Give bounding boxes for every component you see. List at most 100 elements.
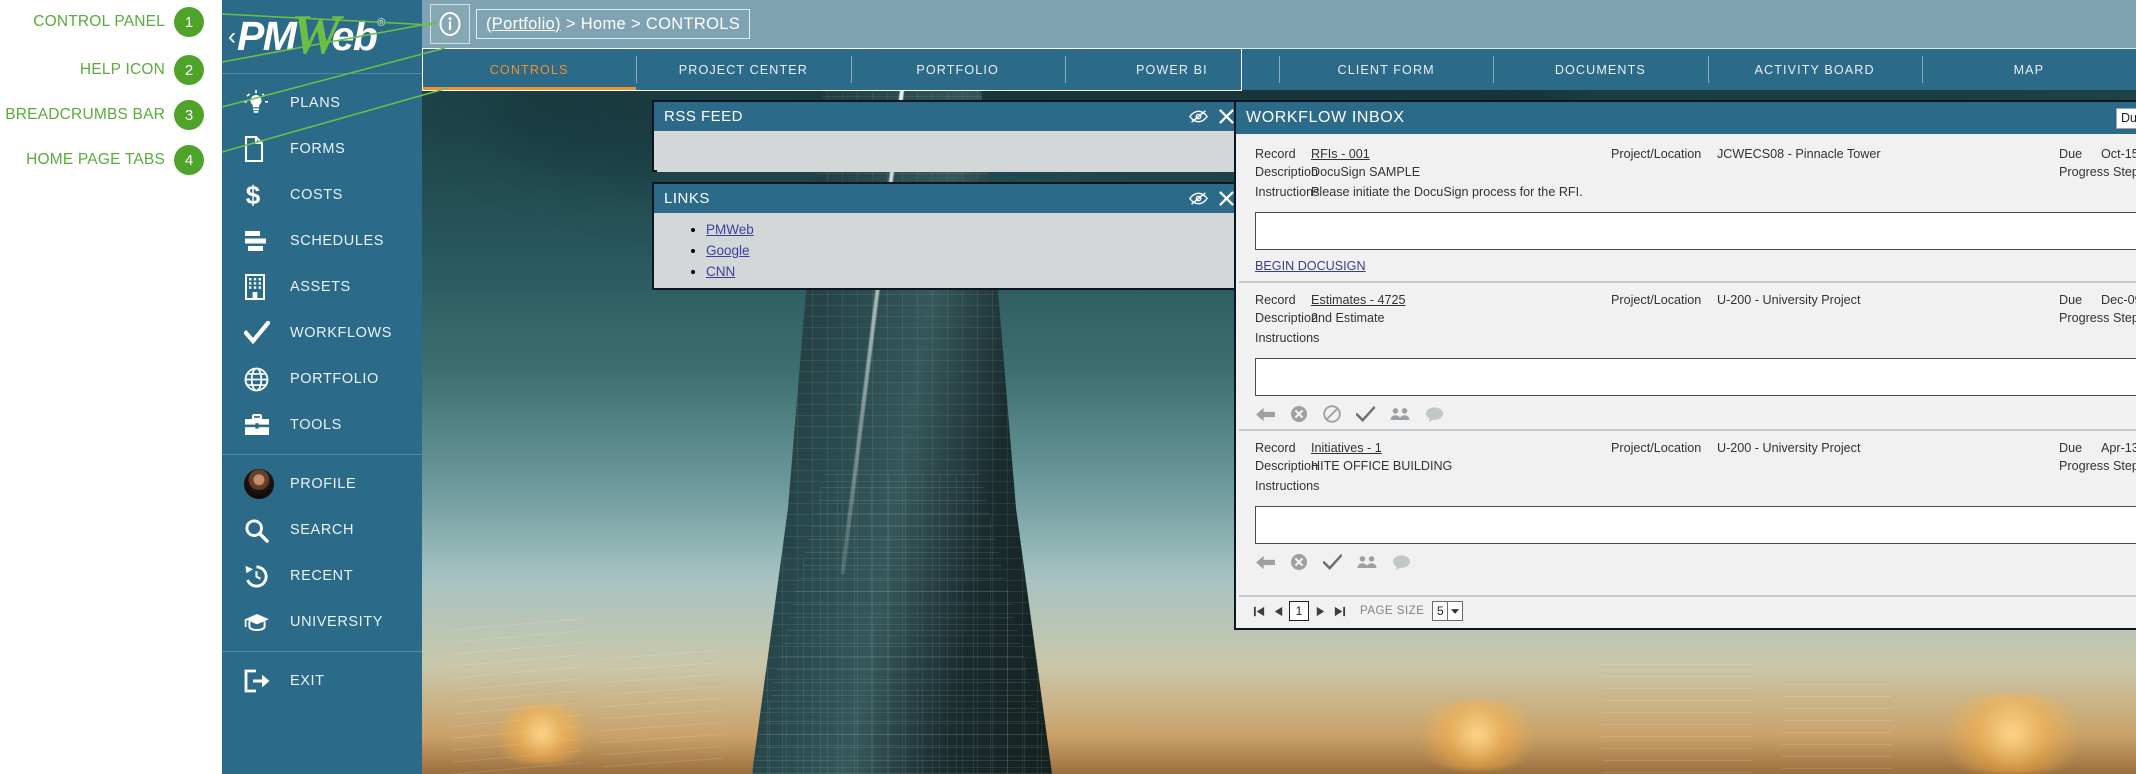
- rss-feed-body: [657, 133, 1239, 172]
- document-icon: [244, 136, 278, 162]
- tab-controls[interactable]: CONTROLS: [422, 49, 637, 91]
- sidebar-item-label: WORKFLOWS: [290, 325, 393, 341]
- back-arrow-icon[interactable]: [1256, 406, 1275, 423]
- approve-check-icon[interactable]: [1323, 553, 1342, 571]
- close-x-icon[interactable]: [1218, 190, 1235, 207]
- progress-value: Step 4 of 4: [2113, 459, 2136, 473]
- page-size-select[interactable]: 5: [1432, 601, 1464, 621]
- workflow-action-bar: [1239, 396, 2136, 423]
- sidebar-item-label: COSTS: [290, 187, 343, 203]
- back-arrow-icon[interactable]: [1256, 554, 1275, 571]
- tab-label: PROJECT CENTER: [678, 62, 808, 77]
- workflow-sort-select[interactable]: Due: [2116, 107, 2136, 129]
- tab-portfolio[interactable]: PORTFOLIO: [850, 49, 1065, 90]
- pmweb-logo[interactable]: ‹ PMWeb W ®: [222, 0, 422, 73]
- tab-label: ACTIVITY BOARD: [1754, 62, 1875, 77]
- record-link[interactable]: Initiatives - 1: [1311, 441, 1382, 455]
- chevron-down-icon[interactable]: [1447, 602, 1462, 620]
- eye-slash-icon[interactable]: [1189, 109, 1208, 124]
- annotation-bullet: 2: [174, 55, 204, 85]
- close-x-icon[interactable]: [1218, 108, 1235, 125]
- history-clock-icon: [244, 564, 278, 589]
- tab-client-form[interactable]: CLIENT FORM: [1279, 49, 1493, 90]
- breadcrumb-separator-1: >: [565, 14, 576, 33]
- pager-next-button[interactable]: [1312, 602, 1328, 620]
- list-item: CNN: [706, 263, 1242, 281]
- annotation-bullet: 4: [174, 145, 204, 175]
- breadcrumb-home[interactable]: Home: [581, 15, 626, 34]
- pager-last-button[interactable]: [1331, 602, 1347, 620]
- comment-bubble-icon[interactable]: [1392, 554, 1411, 571]
- annotation-callout-2: HELP ICON 2: [0, 55, 204, 85]
- sidebar-item-forms[interactable]: FORMS: [222, 126, 422, 172]
- delegate-people-icon[interactable]: [1357, 555, 1377, 570]
- project-location-label: Project/Location: [1611, 293, 1702, 307]
- comment-bubble-icon[interactable]: [1425, 406, 1444, 423]
- sidebar-item-label: ASSETS: [290, 279, 351, 295]
- list-item: PMWeb: [706, 221, 1242, 239]
- tab-label: CLIENT FORM: [1337, 62, 1435, 77]
- links-title: LINKS: [664, 190, 710, 207]
- comment-textarea[interactable]: [1255, 212, 2136, 250]
- sidebar-item-workflows[interactable]: WORKFLOWS: [222, 310, 422, 356]
- comment-textarea[interactable]: [1255, 358, 2136, 396]
- tab-power-bi[interactable]: POWER BI: [1064, 49, 1279, 90]
- sidebar-item-assets[interactable]: ASSETS: [222, 264, 422, 310]
- breadcrumb-portfolio[interactable]: (Portfolio): [486, 15, 561, 34]
- cancel-circle-icon[interactable]: [1290, 405, 1308, 423]
- rss-feed-panel: RSS FEED: [652, 100, 1244, 172]
- sidebar-item-label: PORTFOLIO: [290, 371, 379, 387]
- sidebar-item-tools[interactable]: TOOLS: [222, 402, 422, 448]
- description-value: HITE OFFICE BUILDING: [1311, 459, 1453, 473]
- workflow-inbox-header: WORKFLOW INBOX Due: [1236, 102, 2136, 134]
- tab-map[interactable]: MAP: [1921, 49, 2136, 90]
- due-value: Apr-13-2015: [2101, 441, 2136, 455]
- tab-label: CONTROLS: [489, 62, 569, 77]
- link-google[interactable]: Google: [706, 243, 750, 258]
- breadcrumb: (Portfolio) > Home > CONTROLS: [476, 9, 750, 39]
- progress-label: Progress: [2059, 311, 2110, 325]
- workflow-action-bar: [1239, 544, 2136, 571]
- sidebar-main-group: PLANS FORMS $ COSTS SCHEDULES ASSETS WORKFLOWS…: [222, 74, 422, 454]
- approve-check-icon[interactable]: [1356, 405, 1375, 423]
- instructions-value: Please initiate the DocuSign process for…: [1311, 185, 1583, 199]
- tab-activity-board[interactable]: ACTIVITY BOARD: [1707, 49, 1922, 90]
- reject-slash-icon[interactable]: [1323, 405, 1341, 423]
- sidebar-item-exit[interactable]: EXIT: [222, 658, 422, 704]
- record-link[interactable]: RFIs - 001: [1311, 147, 1370, 161]
- workflow-pager: 1 PAGE SIZE 5: [1239, 595, 2136, 625]
- record-label: Record: [1255, 441, 1296, 455]
- sidebar-item-profile[interactable]: PROFILE: [222, 461, 422, 507]
- pager-current-page[interactable]: 1: [1289, 601, 1309, 621]
- comment-textarea[interactable]: [1255, 506, 2136, 544]
- avatar: [244, 469, 274, 499]
- workflow-record-list: Record RFIs - 001 Project/Location JCWECS08…: [1239, 137, 2136, 577]
- sidebar-item-costs[interactable]: $ COSTS: [222, 172, 422, 218]
- tab-project-center[interactable]: PROJECT CENTER: [636, 49, 850, 90]
- link-pmweb[interactable]: PMWeb: [706, 222, 754, 237]
- eye-slash-icon[interactable]: [1189, 191, 1208, 206]
- begin-docusign-link[interactable]: BEGIN DOCUSIGN: [1255, 259, 1366, 273]
- logo-text: PMWeb: [237, 13, 378, 59]
- cancel-circle-icon[interactable]: [1290, 553, 1308, 571]
- links-list: PMWeb Google CNN: [706, 221, 1242, 281]
- sidebar-exit-group: EXIT: [222, 652, 422, 710]
- collapse-chevron-icon[interactable]: ‹: [228, 24, 236, 49]
- sidebar-item-plans[interactable]: PLANS: [222, 80, 422, 126]
- tab-documents[interactable]: DOCUMENTS: [1493, 49, 1707, 90]
- pager-prev-button[interactable]: [1270, 602, 1286, 620]
- pager-first-button[interactable]: [1251, 602, 1267, 620]
- help-icon[interactable]: [430, 4, 470, 44]
- record-link[interactable]: Estimates - 4725: [1311, 293, 1406, 307]
- annotation-label: HELP ICON: [79, 61, 165, 78]
- sidebar-item-recent[interactable]: RECENT: [222, 553, 422, 599]
- sidebar-item-university[interactable]: UNIVERSITY: [222, 599, 422, 645]
- due-label: Due: [2059, 147, 2083, 161]
- sidebar-item-schedules[interactable]: SCHEDULES: [222, 218, 422, 264]
- sidebar-item-portfolio[interactable]: PORTFOLIO: [222, 356, 422, 402]
- sidebar-item-search[interactable]: SEARCH: [222, 507, 422, 553]
- sidebar-item-label: SEARCH: [290, 522, 355, 538]
- delegate-people-icon[interactable]: [1390, 407, 1410, 422]
- link-cnn[interactable]: CNN: [706, 264, 735, 279]
- rss-feed-title: RSS FEED: [664, 108, 744, 125]
